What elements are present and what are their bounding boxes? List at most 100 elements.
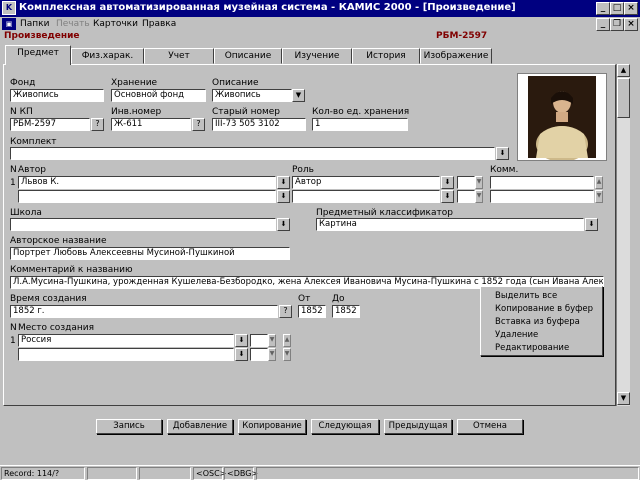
tab-physical[interactable]: Физ.харак. [71, 48, 144, 64]
place-row2-field[interactable] [18, 348, 234, 361]
record-code: РБМ-2597 [436, 31, 488, 41]
place-row1-spin-b[interactable]: ▲ [283, 334, 291, 347]
kit-dropdown-icon[interactable]: ⬇ [496, 147, 509, 160]
artwork-thumbnail[interactable] [517, 73, 607, 162]
from-label: От [298, 294, 311, 304]
scroll-thumb[interactable] [617, 78, 630, 118]
status-message [256, 467, 639, 480]
tab-subject[interactable]: Предмет [5, 45, 71, 65]
scroll-up-icon[interactable]: ▲ [617, 64, 630, 77]
place-row2-dropdown-icon[interactable]: ⬇ [235, 348, 248, 361]
role-row2-extra[interactable] [457, 190, 475, 203]
fond-field[interactable]: Живопись [10, 89, 104, 102]
child-minimize-button[interactable]: _ [596, 18, 610, 31]
maximize-button[interactable]: □ [610, 2, 624, 15]
menu-cards[interactable]: Карточки [93, 17, 138, 31]
previous-button[interactable]: Предыдущая [384, 419, 452, 434]
author-row1-field[interactable]: Львов К. [18, 176, 276, 189]
next-button[interactable]: Следующая [311, 419, 379, 434]
save-button[interactable]: Запись [96, 419, 162, 434]
to-field[interactable]: 1852 [332, 305, 360, 318]
menu-folders[interactable]: Папки [20, 17, 49, 31]
author-n-label: N [10, 165, 17, 175]
ctx-delete[interactable]: Удаление [495, 330, 538, 340]
tab-history[interactable]: История [352, 48, 420, 64]
school-field[interactable] [10, 218, 276, 231]
fond-label: Фонд [10, 78, 36, 88]
kp-lookup-button[interactable]: ? [91, 118, 104, 131]
inventory-lookup-button[interactable]: ? [192, 118, 205, 131]
description-label: Описание [212, 78, 259, 88]
tab-image[interactable]: Изображение [420, 48, 492, 64]
to-label: До [332, 294, 345, 304]
role-row1-spin[interactable]: ▼ [475, 176, 483, 189]
menu-bar: ▣ Папки Печать Карточки Правка _ ❐ × [0, 17, 640, 31]
menu-print[interactable]: Печать [56, 17, 90, 31]
school-dropdown-icon[interactable]: ⬇ [277, 218, 290, 231]
place-row2-extra[interactable] [250, 348, 268, 361]
storage-field[interactable]: Основной фонд [111, 89, 206, 102]
vertical-scrollbar[interactable]: ▲ ▼ [616, 64, 630, 406]
ctx-paste[interactable]: Вставка из буфера [495, 317, 580, 327]
app-icon[interactable]: K [2, 1, 16, 15]
creation-time-field[interactable]: 1852 г. [10, 305, 278, 318]
close-button[interactable]: × [624, 2, 638, 15]
comment-row1-field[interactable] [490, 176, 594, 189]
ctx-copy[interactable]: Копирование в буфер [495, 304, 593, 314]
author-row2-dropdown-icon[interactable]: ⬇ [277, 190, 290, 203]
place-row2-spin[interactable]: ▼ [268, 348, 276, 361]
tab-description[interactable]: Описание [214, 48, 282, 64]
role-row2-dropdown-icon[interactable]: ⬇ [441, 190, 454, 203]
inventory-field[interactable]: Ж-611 [111, 118, 191, 131]
role-row1-dropdown-icon[interactable]: ⬇ [441, 176, 454, 189]
place-row1-number: 1 [10, 336, 16, 346]
author-row1-dropdown-icon[interactable]: ⬇ [277, 176, 290, 189]
ctx-select-all[interactable]: Выделить все [495, 291, 557, 301]
role-row1-field[interactable]: Автор [292, 176, 440, 189]
cancel-button[interactable]: Отмена [457, 419, 523, 434]
school-label: Школа [10, 208, 42, 218]
comment-row1-spin[interactable]: ▲ [595, 176, 603, 189]
classifier-label: Предметный классификатор [316, 208, 453, 218]
minimize-button[interactable]: _ [596, 2, 610, 15]
role-row2-field[interactable] [292, 190, 440, 203]
place-row1-extra[interactable] [250, 334, 268, 347]
status-dbg: <DBG> [224, 467, 258, 480]
comment-row2-spin[interactable]: ▼ [595, 190, 603, 203]
status-panel-3 [139, 467, 191, 480]
copy-button[interactable]: Копирование [238, 419, 306, 434]
tab-accounting[interactable]: Учет [144, 48, 214, 64]
kp-field[interactable]: РБМ-2597 [10, 118, 90, 131]
from-field[interactable]: 1852 [298, 305, 326, 318]
place-row2-spin-b[interactable]: ▼ [283, 348, 291, 361]
author-title-field[interactable]: Портрет Любовь Алексеевны Мусиной-Пушкин… [10, 247, 290, 260]
storage-units-field[interactable]: 1 [312, 118, 408, 131]
ctx-edit[interactable]: Редактирование [495, 343, 569, 353]
tab-study[interactable]: Изучение [282, 48, 352, 64]
description-select[interactable]: Живопись [212, 89, 292, 102]
classifier-field[interactable]: Картина [316, 218, 584, 231]
child-close-button[interactable]: × [624, 18, 638, 31]
add-button[interactable]: Добавление [167, 419, 233, 434]
classifier-dropdown-icon[interactable]: ⬇ [585, 218, 598, 231]
old-number-label: Старый номер [212, 107, 281, 117]
place-row1-field[interactable]: Россия [18, 334, 234, 347]
menu-edit[interactable]: Правка [142, 17, 176, 31]
old-number-field[interactable]: III-73 505 3102 [212, 118, 306, 131]
comment-row2-field[interactable] [490, 190, 594, 203]
author-row2-field[interactable] [18, 190, 276, 203]
kit-field[interactable] [10, 147, 495, 160]
description-dropdown-icon[interactable]: ▼ [292, 89, 305, 102]
title-bar: K Комплексная автоматизированная музейна… [0, 0, 640, 17]
title-comment-label: Комментарий к названию [10, 265, 133, 275]
place-row1-dropdown-icon[interactable]: ⬇ [235, 334, 248, 347]
creation-time-lookup-button[interactable]: ? [279, 305, 292, 318]
role-row2-spin[interactable]: ▼ [475, 190, 483, 203]
role-row1-extra[interactable] [457, 176, 475, 189]
window-title: Комплексная автоматизированная музейная … [19, 2, 516, 13]
creation-time-label: Время создания [10, 294, 87, 304]
child-restore-button[interactable]: ❐ [610, 18, 624, 31]
scroll-down-icon[interactable]: ▼ [617, 392, 630, 405]
place-row1-spin[interactable]: ▼ [268, 334, 276, 347]
document-icon[interactable]: ▣ [2, 18, 16, 30]
